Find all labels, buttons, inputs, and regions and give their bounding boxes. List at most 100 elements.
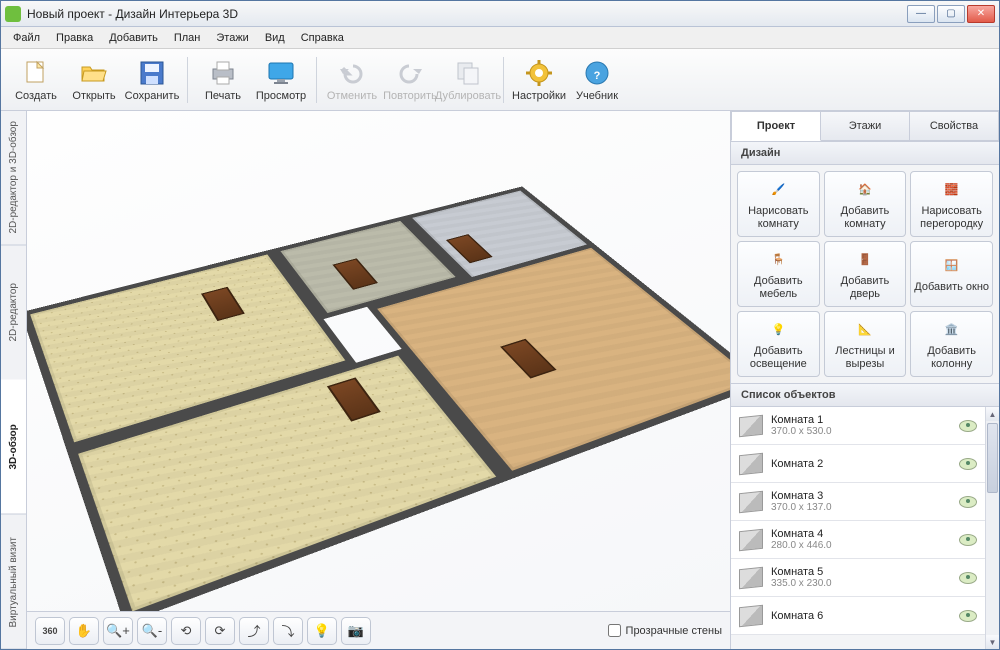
- armchair-icon: 🪑: [765, 248, 791, 272]
- scroll-up-button[interactable]: ▲: [986, 407, 999, 421]
- scroll-thumb[interactable]: [987, 423, 998, 493]
- zoom-in-button[interactable]: 🔍+: [103, 617, 133, 645]
- pan-button[interactable]: ✋: [69, 617, 99, 645]
- undo-button[interactable]: Отменить: [323, 52, 381, 108]
- door-icon: 🚪: [852, 248, 878, 272]
- settings-button[interactable]: Настройки: [510, 52, 568, 108]
- gear-icon: [524, 58, 554, 88]
- tab-properties[interactable]: Свойства: [910, 111, 999, 141]
- lefttab-3d-view[interactable]: 3D-обзор: [1, 380, 26, 515]
- scrollbar[interactable]: ▲ ▼: [985, 407, 999, 649]
- design-section-header: Дизайн: [731, 141, 999, 165]
- add-room-icon: 🏠: [852, 178, 878, 202]
- menu-plan[interactable]: План: [166, 29, 209, 47]
- menu-floors[interactable]: Этажи: [208, 29, 256, 47]
- rotate-ccw-button[interactable]: ⟳: [205, 617, 235, 645]
- print-button[interactable]: Печать: [194, 52, 252, 108]
- visibility-toggle[interactable]: [959, 534, 977, 546]
- monitor-icon: [266, 58, 296, 88]
- save-button[interactable]: Сохранить: [123, 52, 181, 108]
- stairs-icon: 📐: [852, 318, 878, 342]
- new-file-icon: [21, 58, 51, 88]
- right-panel: Проект Этажи Свойства Дизайн 🖌️Нарисоват…: [731, 111, 999, 649]
- scroll-down-button[interactable]: ▼: [986, 635, 999, 649]
- right-tabs: Проект Этажи Свойства: [731, 111, 999, 141]
- room-icon: [739, 490, 763, 513]
- design-grid: 🖌️Нарисовать комнату 🏠Добавить комнату 🧱…: [731, 165, 999, 383]
- menu-help[interactable]: Справка: [293, 29, 352, 47]
- window-controls: — ▢ ✕: [907, 5, 995, 23]
- rotate-button[interactable]: ⟲: [171, 617, 201, 645]
- undo-icon: [337, 58, 367, 88]
- add-window-button[interactable]: 🪟Добавить окно: [910, 241, 993, 307]
- add-lighting-button[interactable]: 💡Добавить освещение: [737, 311, 820, 377]
- list-item[interactable]: Комната 6: [731, 597, 985, 635]
- room-icon: [739, 452, 763, 475]
- add-column-button[interactable]: 🏛️Добавить колонну: [910, 311, 993, 377]
- list-item[interactable]: Комната 4280.0 x 446.0: [731, 521, 985, 559]
- room-icon: [739, 528, 763, 551]
- titlebar: Новый проект - Дизайн Интерьера 3D — ▢ ✕: [1, 1, 999, 27]
- column-icon: 🏛️: [939, 318, 965, 342]
- list-item[interactable]: Комната 2: [731, 445, 985, 483]
- list-item[interactable]: Комната 3370.0 x 137.0: [731, 483, 985, 521]
- orbit-360-button[interactable]: 360: [35, 617, 65, 645]
- tab-floors[interactable]: Этажи: [821, 111, 910, 141]
- floppy-icon: [137, 58, 167, 88]
- lefttab-combo[interactable]: 2D-редактор и 3D-обзор: [1, 111, 26, 246]
- draw-partition-button[interactable]: 🧱Нарисовать перегородку: [910, 171, 993, 237]
- light-toggle-button[interactable]: 💡: [307, 617, 337, 645]
- room-icon: [739, 414, 763, 437]
- open-button[interactable]: Открыть: [65, 52, 123, 108]
- zoom-out-button[interactable]: 🔍-: [137, 617, 167, 645]
- toolbar: Создать Открыть Сохранить Печать Просмот…: [1, 49, 999, 111]
- tutorial-button[interactable]: ?Учебник: [568, 52, 626, 108]
- add-furniture-button[interactable]: 🪑Добавить мебель: [737, 241, 820, 307]
- list-item[interactable]: Комната 5335.0 x 230.0: [731, 559, 985, 597]
- menu-file[interactable]: Файл: [5, 29, 48, 47]
- viewport: 360 ✋ 🔍+ 🔍- ⟲ ⟳ ⤴ ⤵ 💡 📷 Прозрачные стены: [27, 111, 731, 649]
- paintbrush-icon: 🖌️: [765, 178, 791, 202]
- preview-button[interactable]: Просмотр: [252, 52, 310, 108]
- app-window: Новый проект - Дизайн Интерьера 3D — ▢ ✕…: [0, 0, 1000, 650]
- list-item[interactable]: Комната 1370.0 x 530.0: [731, 407, 985, 445]
- tilt-up-button[interactable]: ⤴: [239, 617, 269, 645]
- stairs-cutouts-button[interactable]: 📐Лестницы и вырезы: [824, 311, 907, 377]
- close-button[interactable]: ✕: [967, 5, 995, 23]
- room-icon: [739, 566, 763, 589]
- window-icon: 🪟: [939, 254, 965, 278]
- menu-edit[interactable]: Правка: [48, 29, 101, 47]
- menu-view[interactable]: Вид: [257, 29, 293, 47]
- draw-room-button[interactable]: 🖌️Нарисовать комнату: [737, 171, 820, 237]
- transparent-walls-checkbox[interactable]: Прозрачные стены: [608, 624, 722, 637]
- view-toolbar: 360 ✋ 🔍+ 🔍- ⟲ ⟳ ⤴ ⤵ 💡 📷 Прозрачные стены: [27, 611, 730, 649]
- duplicate-icon: [453, 58, 483, 88]
- menubar: Файл Правка Добавить План Этажи Вид Спра…: [1, 27, 999, 49]
- create-button[interactable]: Создать: [7, 52, 65, 108]
- visibility-toggle[interactable]: [959, 610, 977, 622]
- lefttab-2d-editor[interactable]: 2D-редактор: [1, 246, 26, 381]
- visibility-toggle[interactable]: [959, 458, 977, 470]
- visibility-toggle[interactable]: [959, 420, 977, 432]
- workspace: 2D-редактор и 3D-обзор 2D-редактор 3D-об…: [1, 111, 999, 649]
- minimize-button[interactable]: —: [907, 5, 935, 23]
- maximize-button[interactable]: ▢: [937, 5, 965, 23]
- visibility-toggle[interactable]: [959, 496, 977, 508]
- lefttab-virtual-visit[interactable]: Виртуальный визит: [1, 515, 26, 650]
- add-room-button[interactable]: 🏠Добавить комнату: [824, 171, 907, 237]
- redo-button[interactable]: Повторить: [381, 52, 439, 108]
- duplicate-button[interactable]: Дублировать: [439, 52, 497, 108]
- visibility-toggle[interactable]: [959, 572, 977, 584]
- add-door-button[interactable]: 🚪Добавить дверь: [824, 241, 907, 307]
- printer-icon: [208, 58, 238, 88]
- tab-project[interactable]: Проект: [731, 111, 821, 141]
- menu-add[interactable]: Добавить: [101, 29, 166, 47]
- toolbar-separator: [187, 57, 188, 103]
- app-icon: [5, 6, 21, 22]
- transparent-walls-input[interactable]: [608, 624, 621, 637]
- 3d-canvas[interactable]: [27, 111, 730, 611]
- camera-button[interactable]: 📷: [341, 617, 371, 645]
- toolbar-separator: [503, 57, 504, 103]
- tilt-down-button[interactable]: ⤵: [273, 617, 303, 645]
- left-tabstrip: 2D-редактор и 3D-обзор 2D-редактор 3D-об…: [1, 111, 27, 649]
